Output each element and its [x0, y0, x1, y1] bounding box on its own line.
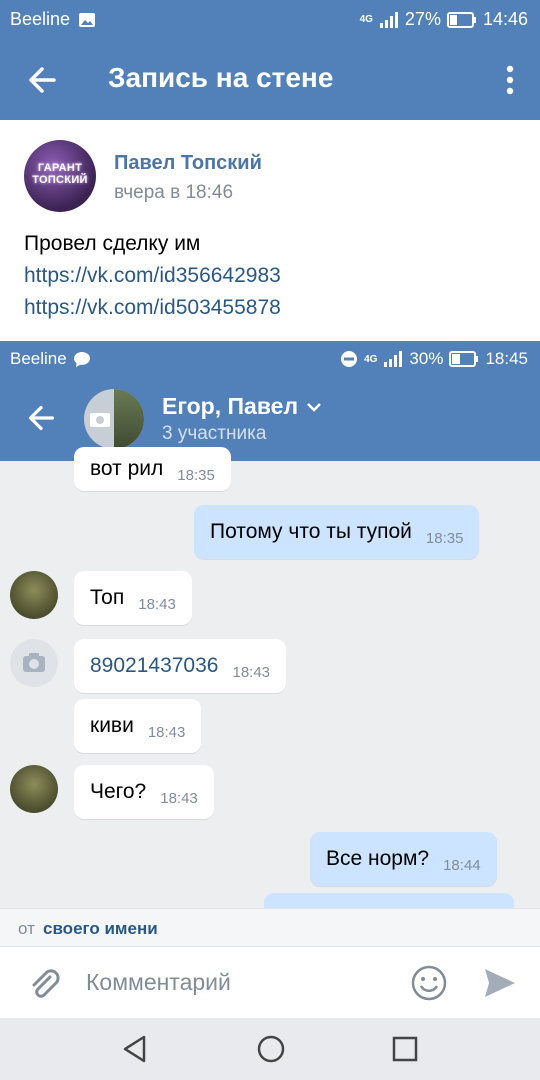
screenshot-clock: 18:45 [485, 349, 528, 368]
message-phone-link: 89021437036 [90, 654, 219, 677]
battery-icon [446, 11, 476, 28]
message-text: Потому что ты тупой [210, 520, 412, 543]
message-bubble: Потому что ты тупой 18:35 [194, 505, 480, 559]
screenshot-battery-percent: 30% [409, 349, 444, 368]
message-bubble: Чего? 18:43 [74, 765, 214, 819]
comment-from-prefix: от [18, 919, 35, 938]
post-text: Провел сделку им [24, 232, 201, 255]
signal-icon [379, 11, 398, 28]
message-bubble: Все норм? 18:44 [310, 832, 497, 886]
chevron-down-icon [307, 402, 321, 412]
send-icon[interactable] [482, 965, 518, 1001]
nav-home-icon[interactable] [256, 1034, 286, 1064]
emoji-icon[interactable] [410, 964, 448, 1002]
chat-bubble-notification-icon [73, 351, 90, 367]
chat-title: Егор, Павел [162, 393, 322, 420]
nav-back-icon[interactable] [120, 1034, 150, 1064]
comment-input-bar: Комментарий [0, 946, 540, 1019]
message-bubble: 89021437036 18:43 [74, 639, 287, 693]
message-bubble: киви 18:43 [74, 699, 202, 753]
network-type-label: 4G [359, 14, 373, 25]
message-time: 18:35 [177, 466, 215, 484]
post-date: вчера в 18:46 [114, 182, 234, 203]
nav-recents-icon[interactable] [390, 1034, 420, 1064]
screenshot-carrier: Beeline [10, 349, 67, 368]
status-bar: Beeline 4G 27% 14:46 [0, 0, 540, 38]
chat-title-text: Егор, Павел [162, 393, 299, 419]
carrier-label: Beeline [10, 9, 71, 29]
attached-screenshot[interactable]: Beeline 4G 30% 18:45 Егор, Павел 3 участ… [0, 341, 540, 908]
message-bubble-cut [264, 893, 514, 908]
message-time: 18:43 [138, 595, 176, 613]
post-author-name[interactable]: Павел Топский [114, 152, 262, 175]
camera-icon [90, 413, 110, 427]
post-link[interactable]: https://vk.com/id356642983 [24, 264, 281, 288]
message-time: 18:43 [232, 663, 271, 681]
battery-icon [449, 351, 479, 367]
message-text: Все норм? [326, 847, 430, 870]
message-time: 18:44 [443, 856, 481, 874]
image-notification-icon [79, 12, 96, 27]
message-text: вот рил [90, 457, 164, 480]
group-chat-avatar [84, 389, 144, 449]
message-bubble: Топ 18:43 [74, 571, 192, 625]
signal-icon [384, 351, 403, 367]
message-text: киви [90, 714, 134, 737]
sender-avatar [10, 571, 58, 619]
member-photo [114, 389, 144, 449]
app-toolbar: Запись на стене [0, 38, 540, 120]
clock: 14:46 [482, 9, 528, 29]
comment-from-value[interactable]: своего имени [43, 919, 158, 939]
do-not-disturb-icon [341, 351, 358, 367]
screenshot-network-type: 4G [364, 353, 378, 365]
back-arrow-icon [28, 405, 54, 431]
message-time: 18:43 [160, 789, 198, 807]
message-time: 18:43 [147, 723, 186, 741]
attach-icon[interactable] [26, 967, 60, 1001]
sender-avatar [10, 639, 58, 687]
avatar-logo-text: ГАРАНТ ТОПСКИЙ [32, 162, 88, 186]
comment-input[interactable]: Комментарий [86, 969, 231, 996]
author-avatar[interactable]: ГАРАНТ ТОПСКИЙ [24, 140, 96, 212]
battery-percent: 27% [404, 9, 441, 29]
page-title: Запись на стене [108, 62, 334, 93]
screenshot-status-bar: Beeline 4G 30% 18:45 [0, 341, 540, 377]
more-options-icon[interactable] [500, 62, 520, 98]
post-link[interactable]: https://vk.com/id503455878 [24, 296, 281, 320]
message-text: Топ [90, 586, 125, 609]
message-bubble: вот рил 18:35 [74, 447, 231, 491]
chat-subtitle: 3 участника [162, 423, 267, 444]
comment-author-selector[interactable]: от своего имени [0, 908, 540, 947]
system-nav-bar [0, 1018, 540, 1080]
sender-avatar [10, 765, 58, 813]
back-arrow-icon[interactable] [24, 62, 60, 98]
message-time: 18:35 [425, 529, 464, 547]
camera-icon [23, 653, 45, 672]
message-text: Чего? [90, 780, 147, 803]
